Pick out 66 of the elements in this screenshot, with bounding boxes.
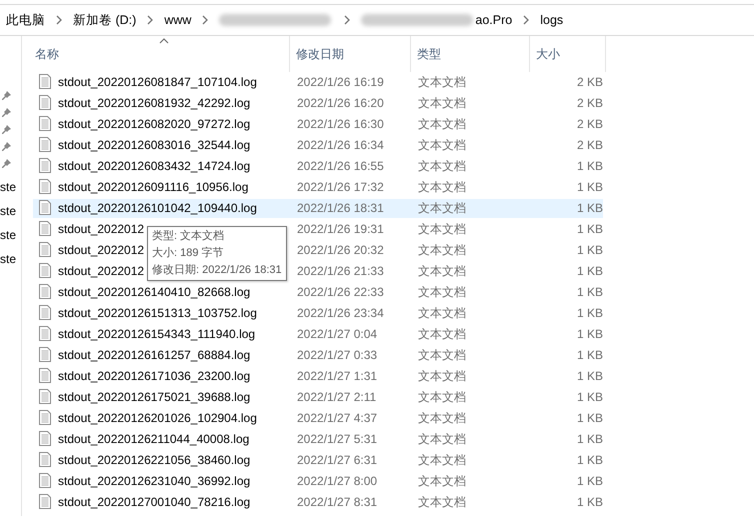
size-cell-text: 1 KB (576, 158, 603, 175)
type-cell-text: 文本文档 (417, 116, 467, 133)
type-cell-text: 文本文档 (417, 221, 467, 238)
size-cell-text: 1 KB (576, 326, 603, 343)
size-cell-text: 1 KB (576, 221, 603, 238)
tooltip-line: 类型: 文本文档 (152, 228, 226, 244)
type-cell-text: 文本文档 (417, 452, 467, 469)
type-cell-text: 文本文档 (417, 431, 467, 448)
type-cell-text: 文本文档 (417, 473, 467, 490)
date-cell-text: 2022/1/27 8:31 (296, 494, 378, 511)
type-cell-text: 文本文档 (417, 347, 467, 364)
type-cell-text: 文本文档 (417, 95, 467, 112)
type-cell: 文本文档 (412, 199, 531, 218)
size-cell-text: 1 KB (576, 473, 603, 490)
type-cell-text: 文本文档 (417, 158, 467, 175)
size-cell-text: 1 KB (576, 347, 603, 364)
type-cell-text: 文本文档 (417, 242, 467, 259)
tooltip-line: 修改日期: 2022/1/26 18:31 (152, 263, 282, 278)
type-cell-text: 文本文档 (417, 389, 467, 406)
type-cell-text: 文本文档 (417, 305, 467, 322)
date-cell-text: 2022/1/27 0:04 (296, 326, 378, 343)
size-cell-text: 1 KB (576, 305, 603, 322)
date-cell-text: 2022/1/27 2:11 (296, 389, 378, 406)
size-cell-text: 1 KB (576, 410, 603, 427)
date-cell-text: 2022/1/26 22:33 (296, 284, 385, 301)
size-cell-text: 2 KB (576, 74, 603, 91)
type-cell-text: 文本文档 (417, 326, 467, 343)
date-cell-text: 2022/1/26 17:32 (296, 179, 385, 196)
type-cell-text: 文本文档 (417, 284, 467, 301)
date-cell-text: 2022/1/26 16:34 (296, 137, 385, 154)
date-cell-text: 2022/1/26 21:33 (296, 263, 385, 280)
size-cell-text: 1 KB (576, 389, 603, 406)
size-cell-text: 2 KB (576, 137, 603, 154)
type-cell-text: 文本文档 (417, 263, 467, 280)
date-cell-text: 2022/1/26 20:32 (296, 242, 385, 259)
date-cell-text: 2022/1/26 16:19 (296, 74, 385, 91)
type-cell-text: 文本文档 (417, 368, 467, 385)
tooltip-line: 大小: 189 字节 (152, 246, 225, 261)
size-cell-text: 1 KB (576, 494, 603, 511)
date-cell-text: 2022/1/26 23:34 (296, 305, 385, 322)
date-cell-text: 2022/1/27 8:00 (296, 473, 378, 490)
size-cell-text: 1 KB (576, 368, 603, 385)
size-cell-text: 1 KB (576, 431, 603, 448)
size-cell-text: 1 KB (576, 242, 603, 259)
date-cell: 2022/1/26 18:31 (291, 199, 412, 218)
date-cell-text: 2022/1/27 4:37 (296, 410, 378, 427)
size-cell-text: 1 KB (576, 179, 603, 196)
size-cell: 1 KB (531, 199, 603, 218)
size-cell-text: 1 KB (576, 452, 603, 469)
date-cell-text: 2022/1/27 6:31 (296, 452, 378, 469)
type-cell-text: 文本文档 (417, 410, 467, 427)
size-cell-text: 2 KB (576, 95, 603, 112)
size-cell-text: 2 KB (576, 116, 603, 133)
date-cell-text: 2022/1/26 16:55 (296, 158, 385, 175)
type-cell-text: 文本文档 (417, 494, 467, 511)
date-cell-text: 2022/1/26 16:20 (296, 95, 385, 112)
type-cell-text: 文本文档 (417, 179, 467, 196)
date-cell-text: 2022/1/27 5:31 (296, 431, 378, 448)
type-cell-text: 文本文档 (417, 137, 467, 154)
date-cell-text: 2022/1/27 0:33 (296, 347, 378, 364)
date-cell-text: 2022/1/26 19:31 (296, 221, 385, 238)
date-cell-text: 2022/1/26 16:30 (296, 116, 385, 133)
date-cell-text: 2022/1/27 1:31 (296, 368, 378, 385)
type-cell-text: 文本文档 (417, 74, 467, 91)
size-cell-text: 1 KB (576, 284, 603, 301)
size-cell-text: 1 KB (576, 263, 603, 280)
